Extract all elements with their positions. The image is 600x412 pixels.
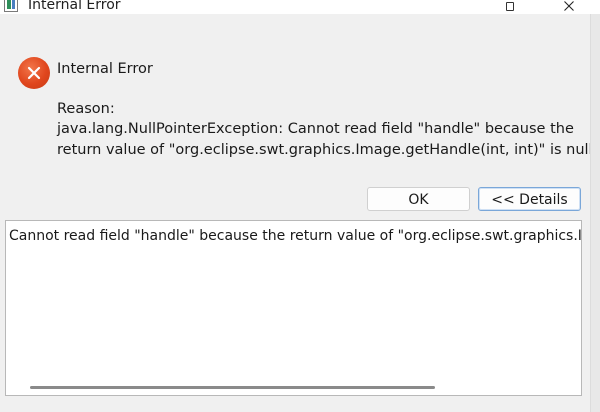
maximize-button[interactable] bbox=[495, 0, 525, 14]
close-button[interactable] bbox=[554, 0, 584, 14]
reason-line: java.lang.NullPointerException: Cannot r… bbox=[57, 121, 574, 137]
error-icon bbox=[18, 57, 50, 89]
details-text-area[interactable]: Cannot read field "handle" because the r… bbox=[5, 220, 582, 396]
details-toggle-button[interactable]: << Details bbox=[478, 187, 581, 211]
details-text: Cannot read field "handle" because the r… bbox=[9, 228, 582, 244]
message-title: Internal Error bbox=[57, 61, 153, 77]
error-dialog: Internal Error Internal Error Reason: ja… bbox=[0, 0, 600, 412]
ok-button[interactable]: OK bbox=[367, 187, 470, 211]
window-edge bbox=[590, 14, 600, 412]
scrollbar-thumb[interactable] bbox=[30, 386, 435, 389]
reason-line: return value of "org.eclipse.swt.graphic… bbox=[57, 142, 593, 158]
window-title: Internal Error bbox=[28, 0, 121, 13]
eclipse-app-icon bbox=[4, 0, 18, 12]
reason-text: java.lang.NullPointerException: Cannot r… bbox=[57, 119, 593, 161]
reason-label: Reason: bbox=[57, 101, 115, 117]
title-bar: Internal Error bbox=[0, 0, 600, 14]
maximize-icon bbox=[506, 1, 514, 11]
close-icon bbox=[564, 1, 574, 11]
horizontal-scrollbar[interactable] bbox=[6, 381, 581, 395]
